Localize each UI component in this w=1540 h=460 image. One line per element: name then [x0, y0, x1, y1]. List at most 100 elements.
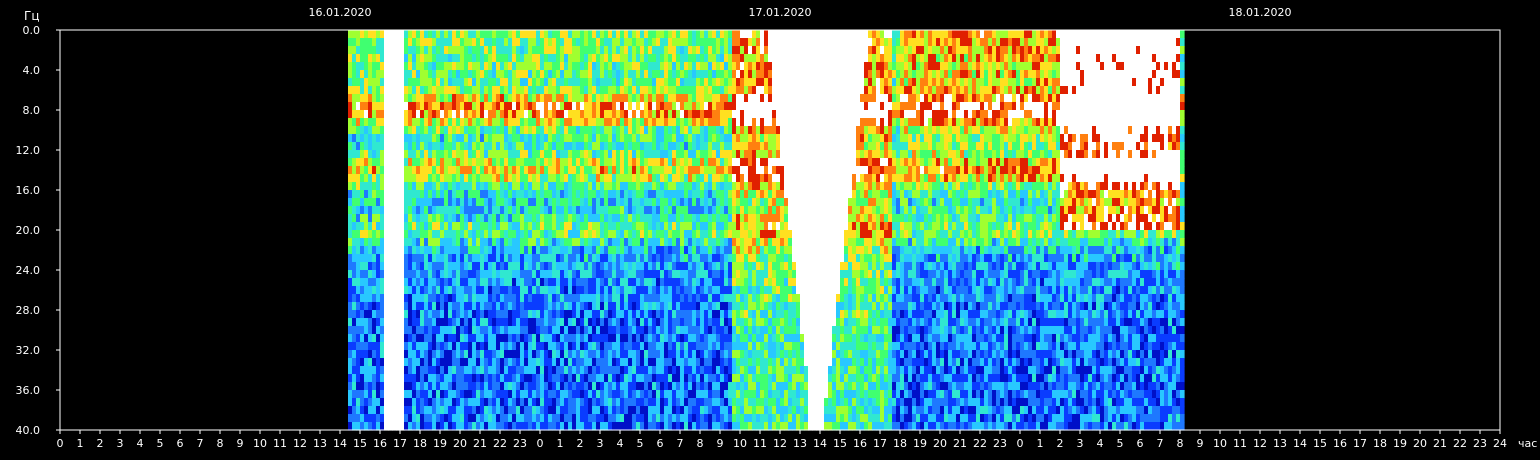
- heatmap-cell: [504, 158, 509, 167]
- heatmap-cell: [396, 102, 401, 111]
- heatmap-cell: [556, 270, 561, 279]
- heatmap-cell: [644, 174, 649, 183]
- heatmap-cell: [496, 398, 501, 407]
- heatmap-cell: [540, 30, 545, 39]
- heatmap-cell: [452, 206, 457, 215]
- heatmap-cell: [496, 94, 501, 103]
- heatmap-cell: [736, 78, 741, 87]
- heatmap-cell: [380, 102, 385, 111]
- heatmap-cell: [720, 318, 725, 327]
- heatmap-cell: [508, 38, 513, 47]
- heatmap-cell: [696, 406, 701, 415]
- heatmap-cell: [408, 326, 413, 335]
- heatmap-cell: [568, 126, 573, 135]
- heatmap-cell: [740, 126, 745, 135]
- heatmap-cell: [604, 126, 609, 135]
- heatmap-cell: [612, 310, 617, 319]
- heatmap-cell: [696, 150, 701, 159]
- heatmap-cell: [476, 198, 481, 207]
- heatmap-cell: [504, 422, 509, 431]
- heatmap-cell: [520, 326, 525, 335]
- heatmap-cell: [388, 30, 393, 39]
- heatmap-cell: [444, 94, 449, 103]
- heatmap-cell: [448, 278, 453, 287]
- heatmap-cell: [656, 238, 661, 247]
- heatmap-cell: [520, 302, 525, 311]
- heatmap-cell: [392, 366, 397, 375]
- heatmap-cell: [372, 142, 377, 151]
- heatmap-cell: [564, 38, 569, 47]
- heatmap-cell: [552, 278, 557, 287]
- heatmap-cell: [528, 158, 533, 167]
- heatmap-cell: [736, 30, 741, 39]
- heatmap-cell: [424, 230, 429, 239]
- heatmap-cell: [356, 134, 361, 143]
- heatmap-cell: [540, 238, 545, 247]
- heatmap-cell: [660, 190, 665, 199]
- heatmap-cell: [356, 414, 361, 423]
- heatmap-cell: [672, 390, 677, 399]
- heatmap-cell: [452, 62, 457, 71]
- heatmap-cell: [688, 78, 693, 87]
- heatmap-cell: [472, 62, 477, 71]
- heatmap-cell: [448, 230, 453, 239]
- heatmap-cell: [624, 366, 629, 375]
- heatmap-cell: [580, 390, 585, 399]
- heatmap-cell: [412, 286, 417, 295]
- heatmap-cell: [372, 406, 377, 415]
- heatmap-cell: [700, 390, 705, 399]
- heatmap-cell: [568, 294, 573, 303]
- heatmap-cell: [592, 198, 597, 207]
- heatmap-cell: [500, 174, 505, 183]
- heatmap-cell: [588, 126, 593, 135]
- heatmap-cell: [556, 382, 561, 391]
- heatmap-cell: [608, 334, 613, 343]
- heatmap-cell: [640, 278, 645, 287]
- heatmap-cell: [632, 70, 637, 79]
- heatmap-cell: [356, 366, 361, 375]
- heatmap-cell: [604, 230, 609, 239]
- heatmap-cell: [412, 230, 417, 239]
- heatmap-cell: [460, 326, 465, 335]
- heatmap-cell: [696, 190, 701, 199]
- heatmap-cell: [428, 126, 433, 135]
- heatmap-cell: [732, 254, 737, 263]
- heatmap-cell: [736, 102, 741, 111]
- heatmap-cell: [600, 254, 605, 263]
- heatmap-cell: [532, 70, 537, 79]
- heatmap-cell: [448, 174, 453, 183]
- heatmap-cell: [532, 54, 537, 63]
- heatmap-cell: [592, 46, 597, 55]
- heatmap-cell: [568, 142, 573, 151]
- heatmap-cell: [712, 118, 717, 127]
- heatmap-cell: [732, 358, 737, 367]
- heatmap-cell: [664, 174, 669, 183]
- heatmap-cell: [524, 70, 529, 79]
- heatmap-cell: [528, 134, 533, 143]
- heatmap-cell: [560, 182, 565, 191]
- heatmap-cell: [452, 334, 457, 343]
- heatmap-cell: [532, 302, 537, 311]
- heatmap-cell: [532, 342, 537, 351]
- heatmap-cell: [720, 358, 725, 367]
- heatmap-cell: [488, 254, 493, 263]
- heatmap-cell: [552, 286, 557, 295]
- heatmap-cell: [648, 310, 653, 319]
- heatmap-cell: [692, 150, 697, 159]
- heatmap-cell: [360, 198, 365, 207]
- heatmap-cell: [620, 398, 625, 407]
- heatmap-cell: [352, 118, 357, 127]
- heatmap-cell: [624, 38, 629, 47]
- heatmap-cell: [472, 86, 477, 95]
- heatmap-cell: [364, 118, 369, 127]
- heatmap-cell: [516, 326, 521, 335]
- heatmap-cell: [560, 30, 565, 39]
- heatmap-cell: [740, 406, 745, 415]
- heatmap-cell: [704, 126, 709, 135]
- heatmap-cell: [736, 198, 741, 207]
- heatmap-cell: [504, 318, 509, 327]
- heatmap-cell: [704, 158, 709, 167]
- heatmap-cell: [716, 94, 721, 103]
- heatmap-cell: [592, 310, 597, 319]
- heatmap-cell: [648, 134, 653, 143]
